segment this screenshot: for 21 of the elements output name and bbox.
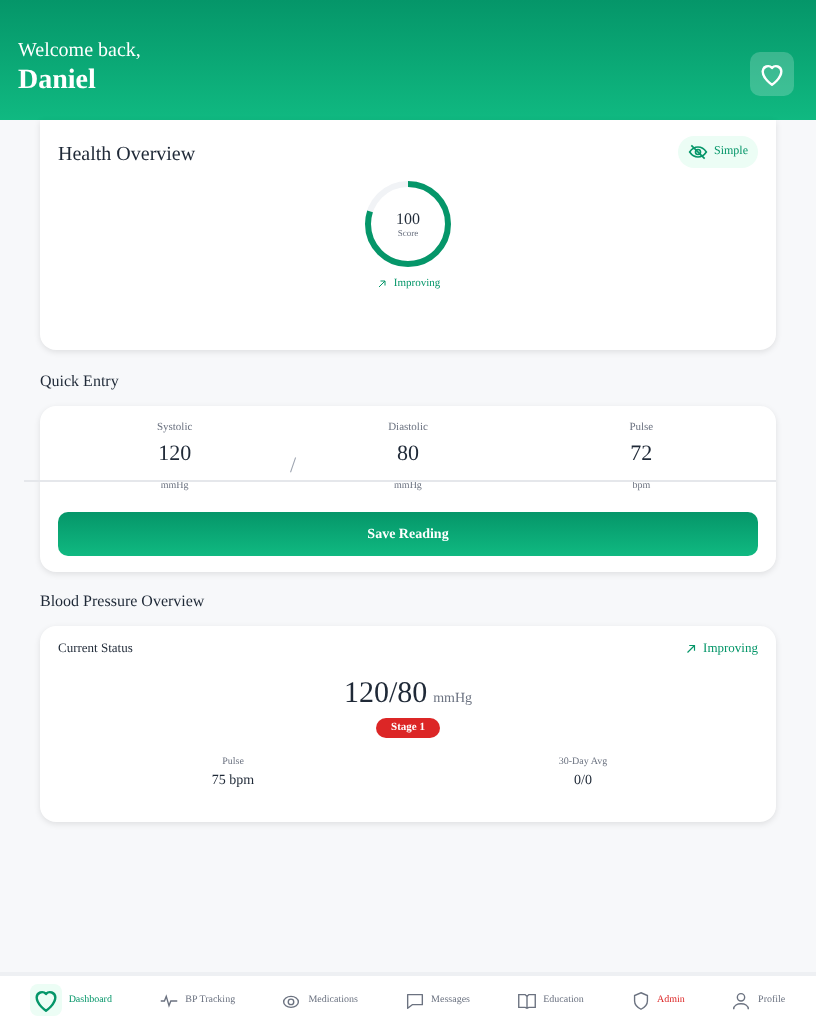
greeting-text: Welcome back, <box>18 40 141 62</box>
value-input[interactable]: 120 <box>158 442 192 466</box>
chat-icon <box>403 989 426 1011</box>
section-title: Blood Pressure Overview <box>40 592 207 610</box>
bp-reading: 120/80 <box>343 678 428 710</box>
card-title: Health Overview <box>58 143 196 165</box>
eye-off-icon <box>687 142 708 162</box>
book-icon <box>515 989 538 1011</box>
value-input[interactable]: 72 <box>630 442 653 466</box>
score-ring <box>362 178 454 270</box>
user-name: Daniel <box>18 66 98 98</box>
favorites-button[interactable] <box>750 52 794 96</box>
trend-up-icon <box>683 642 698 656</box>
shield-icon <box>629 989 652 1011</box>
trend-up-icon <box>375 278 388 290</box>
section-title: Quick Entry <box>40 372 121 390</box>
score-value: 100 <box>396 210 420 228</box>
pulse-icon <box>157 989 180 1011</box>
value-input[interactable]: 80 <box>396 442 419 466</box>
slash-separator: / <box>290 454 297 478</box>
user-icon <box>730 989 753 1011</box>
